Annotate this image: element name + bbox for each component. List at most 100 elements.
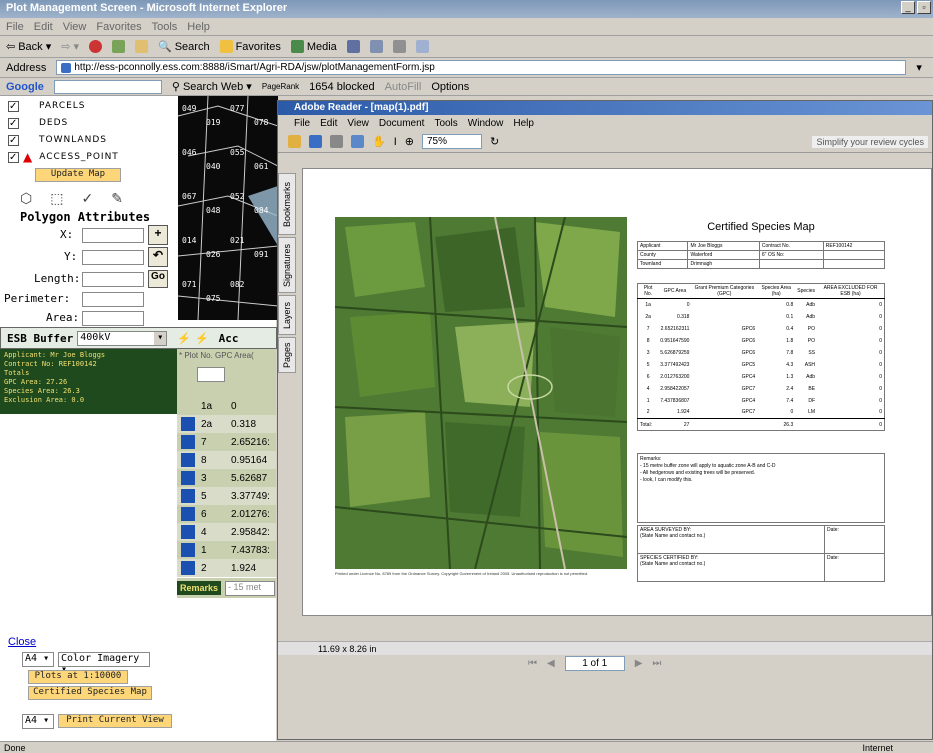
lightning-icon[interactable]: ⚡ <box>177 332 191 345</box>
plot-row[interactable]: 1a 0 <box>177 397 276 415</box>
layer-row-access_point[interactable]: ✓ ▲ ACCESS_POINT <box>8 149 119 165</box>
home-icon[interactable] <box>135 40 149 53</box>
edit-tool-icon[interactable]: ✎ <box>111 190 123 207</box>
undo-button[interactable]: ↶ <box>148 247 168 267</box>
y-field[interactable] <box>82 250 144 265</box>
mail-icon[interactable] <box>369 40 383 53</box>
layer-row-deds[interactable]: ✓ DEDS <box>8 115 68 131</box>
pdf-menu-help[interactable]: Help <box>513 118 534 129</box>
menu-tools[interactable]: Tools <box>152 21 178 33</box>
menu-edit[interactable]: Edit <box>34 21 53 33</box>
perimeter-field[interactable] <box>82 292 144 307</box>
length-field[interactable] <box>82 272 144 287</box>
menu-help[interactable]: Help <box>187 21 210 33</box>
maximize-button[interactable]: ▫ <box>917 1 931 14</box>
google-search-input[interactable] <box>53 79 162 94</box>
rotate-icon[interactable]: ↻ <box>490 135 499 148</box>
google-logo[interactable]: Google <box>6 81 44 93</box>
next-page-icon[interactable]: ▶ <box>635 658 643 669</box>
pdf-menu-document[interactable]: Document <box>379 118 425 129</box>
edit-plot-icon[interactable] <box>181 435 195 449</box>
select-text-icon[interactable]: I <box>394 136 397 148</box>
plot-filter-input[interactable] <box>197 367 225 382</box>
menu-view[interactable]: View <box>63 21 87 33</box>
pdf-menu-window[interactable]: Window <box>468 118 504 129</box>
check-tool-icon[interactable]: ✓ <box>81 190 93 207</box>
remove-lightning-icon[interactable]: ⚡ <box>195 332 209 345</box>
options-button[interactable]: Options <box>431 81 469 93</box>
bookmarks-tab[interactable]: Bookmarks <box>278 173 296 235</box>
save-icon[interactable] <box>309 135 322 148</box>
prev-page-icon[interactable]: ◀ <box>547 658 555 669</box>
print-current-view-button[interactable]: Print Current View <box>58 714 172 728</box>
plot-row[interactable]: 4 2.95842: <box>177 523 276 541</box>
pages-tab[interactable]: Pages <box>278 337 296 373</box>
autofill-button[interactable]: AutoFill <box>385 81 422 93</box>
print-icon[interactable] <box>392 40 406 53</box>
stop-icon[interactable] <box>89 40 103 53</box>
imagery-select[interactable]: Color Imagery ▾ <box>58 652 150 675</box>
layer-checkbox[interactable]: ✓ <box>8 134 19 146</box>
close-link[interactable]: Close <box>8 636 36 648</box>
favorites-button[interactable]: Favorites <box>219 40 281 53</box>
edit-plot-icon[interactable] <box>181 489 195 503</box>
hand-tool-icon[interactable]: ✋ <box>372 135 386 148</box>
edit-plot-icon[interactable] <box>181 471 195 485</box>
first-page-icon[interactable]: ⏮ <box>528 658 537 669</box>
refresh-icon[interactable] <box>112 40 126 53</box>
open-icon[interactable] <box>288 135 301 148</box>
pdf-menu-tools[interactable]: Tools <box>434 118 457 129</box>
edit-plot-icon[interactable] <box>181 543 195 557</box>
edit-plot-icon[interactable] <box>181 561 195 575</box>
page-number-field[interactable]: 1 of 1 <box>564 656 625 671</box>
plots-scale-button[interactable]: Plots at 1:10000 <box>28 670 128 684</box>
remarks-field[interactable]: - 15 met <box>225 580 276 596</box>
gis-map[interactable]: 049 019 077 078 046 040 055 061 067 048 052 084 014 0… <box>178 96 278 320</box>
edit-plot-icon[interactable] <box>181 507 195 521</box>
search-button[interactable]: 🔍 Search <box>158 40 210 54</box>
layer-checkbox[interactable]: ✓ <box>8 151 19 163</box>
edit-plot-icon[interactable] <box>181 417 195 431</box>
zoom-in-icon[interactable]: ⊕ <box>405 135 414 148</box>
add-point-button[interactable]: + <box>148 225 168 245</box>
layer-checkbox[interactable]: ✓ <box>8 117 19 129</box>
select-tool-icon[interactable]: ⬚ <box>50 190 63 207</box>
menu-file[interactable]: File <box>6 21 24 33</box>
forward-button[interactable]: ⇨ ▾ <box>61 40 79 53</box>
print-icon-adobe[interactable] <box>330 135 343 148</box>
promo-link[interactable]: Simplify your review cycles <box>812 135 928 148</box>
plot-row[interactable]: 6 2.01276: <box>177 505 276 523</box>
layers-tab[interactable]: Layers <box>278 295 296 335</box>
menu-favorites[interactable]: Favorites <box>96 21 141 33</box>
plot-row[interactable]: 5 3.37749: <box>177 487 276 505</box>
paper-size-select[interactable]: A4 ▾ <box>22 652 54 667</box>
plot-row[interactable]: 2a 0.318 <box>177 415 276 433</box>
go-button[interactable]: Go <box>148 270 168 288</box>
plot-row[interactable]: 3 5.62687 <box>177 469 276 487</box>
edit-plot-icon[interactable] <box>181 525 195 539</box>
paper-size-select-2[interactable]: A4 ▾ <box>22 714 54 729</box>
edit-plot-icon[interactable] <box>181 453 195 467</box>
layer-row-parcels[interactable]: ✓ PARCELS <box>8 98 86 114</box>
email-icon[interactable] <box>351 135 364 148</box>
area-field[interactable] <box>82 311 144 326</box>
address-dropdown[interactable]: ▾ <box>916 61 922 74</box>
back-button[interactable]: ⇦ Back ▾ <box>6 40 51 54</box>
update-map-button[interactable]: Update Map <box>35 168 121 182</box>
pdf-menu-file[interactable]: File <box>294 118 310 129</box>
media-button[interactable]: Media <box>290 40 337 53</box>
plot-row[interactable]: 1 7.43783: <box>177 541 276 559</box>
search-web-button[interactable]: ⚲ Search Web ▾ <box>172 80 252 94</box>
edit-icon[interactable] <box>415 40 429 53</box>
zoom-field[interactable]: 75% <box>421 134 482 149</box>
plot-row[interactable]: 8 0.95164 <box>177 451 276 469</box>
history-icon[interactable] <box>346 40 360 53</box>
minimize-button[interactable]: _ <box>901 1 915 14</box>
pdf-menu-view[interactable]: View <box>347 118 369 129</box>
popup-blocker[interactable]: 1654 blocked <box>309 81 374 93</box>
certified-species-map-button[interactable]: Certified Species Map <box>28 686 152 700</box>
signatures-tab[interactable]: Signatures <box>278 237 296 293</box>
plot-row[interactable]: 2 1.924 <box>177 559 276 577</box>
esb-buffer-select[interactable]: 400kV ▾ <box>77 330 168 346</box>
polygon-tool-icon[interactable]: ⬡ <box>20 190 32 207</box>
